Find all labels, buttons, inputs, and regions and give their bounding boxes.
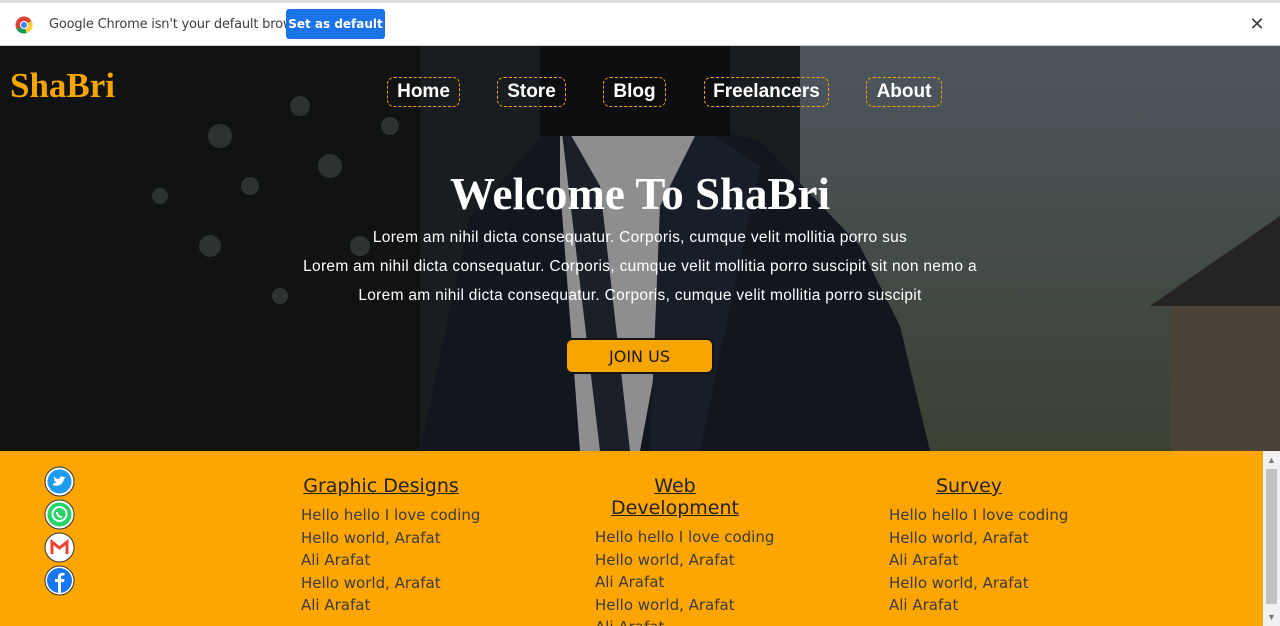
footer-link[interactable]: Hello hello I love coding (301, 504, 561, 527)
join-us-button[interactable]: JOIN US (565, 338, 714, 374)
footer-link[interactable]: Hello hello I love coding (595, 526, 855, 549)
footer-link[interactable]: Ali Arafat (301, 594, 561, 617)
hero-title: Welcome To ShaBri (449, 169, 831, 219)
footer-link[interactable]: Ali Arafat (889, 549, 1149, 572)
page-scrollbar[interactable]: ▲ ▼ (1263, 451, 1280, 626)
facebook-icon[interactable] (44, 565, 75, 596)
footer-link[interactable]: Hello world, Arafat (301, 572, 561, 595)
close-icon[interactable]: ✕ (1248, 15, 1266, 33)
nav-freelancers[interactable]: Freelancers (704, 77, 829, 107)
footer-link[interactable]: Hello world, Arafat (595, 549, 855, 572)
whatsapp-icon[interactable] (44, 499, 75, 530)
hero-text-line: Lorem am nihil dicta consequatur. Corpor… (358, 287, 922, 304)
set-as-default-button[interactable]: Set as default (286, 9, 385, 39)
hero-text-line: Lorem am nihil dicta consequatur. Corpor… (372, 229, 908, 246)
footer-link[interactable]: Hello world, Arafat (889, 572, 1149, 595)
nav-about[interactable]: About (866, 77, 942, 107)
twitter-icon[interactable] (44, 466, 75, 497)
nav-home[interactable]: Home (387, 77, 460, 107)
footer-column-graphic-designs: Graphic Designs Hello hello I love codin… (301, 475, 561, 617)
footer-column-title[interactable]: Web Development (595, 475, 755, 519)
footer-link[interactable]: Ali Arafat (301, 549, 561, 572)
scrollbar-thumb[interactable] (1266, 469, 1277, 604)
site-logo[interactable]: ShaBri (10, 66, 115, 106)
chrome-icon (15, 16, 33, 34)
footer-column-title[interactable]: Graphic Designs (301, 475, 461, 497)
scroll-down-icon[interactable]: ▼ (1263, 610, 1280, 624)
gmail-icon[interactable] (44, 532, 75, 563)
scroll-up-icon[interactable]: ▲ (1263, 453, 1280, 467)
hero-section: ShaBri Home Store Blog Freelancers About… (0, 46, 1280, 451)
footer-link[interactable]: Ali Arafat (595, 571, 855, 594)
footer-link[interactable]: Hello world, Arafat (595, 594, 855, 617)
footer-column-title[interactable]: Survey (889, 475, 1049, 497)
footer-link[interactable]: Hello world, Arafat (889, 527, 1149, 550)
nav-blog[interactable]: Blog (603, 77, 666, 107)
hero-text-line: Lorem am nihil dicta consequatur. Corpor… (303, 258, 977, 275)
infobar-message: Google Chrome isn't your default browser (49, 17, 313, 32)
footer-link[interactable]: Hello world, Arafat (301, 527, 561, 550)
footer-column-web-development: Web Development Hello hello I love codin… (595, 475, 855, 626)
footer-link[interactable]: Ali Arafat (889, 594, 1149, 617)
nav-store[interactable]: Store (497, 77, 566, 107)
footer: Graphic Designs Hello hello I love codin… (0, 451, 1263, 626)
footer-link[interactable]: Ali Arafat (595, 616, 855, 626)
chrome-infobar: Google Chrome isn't your default browser… (0, 0, 1280, 46)
footer-column-survey: Survey Hello hello I love coding Hello w… (889, 475, 1149, 617)
footer-link[interactable]: Hello hello I love coding (889, 504, 1149, 527)
